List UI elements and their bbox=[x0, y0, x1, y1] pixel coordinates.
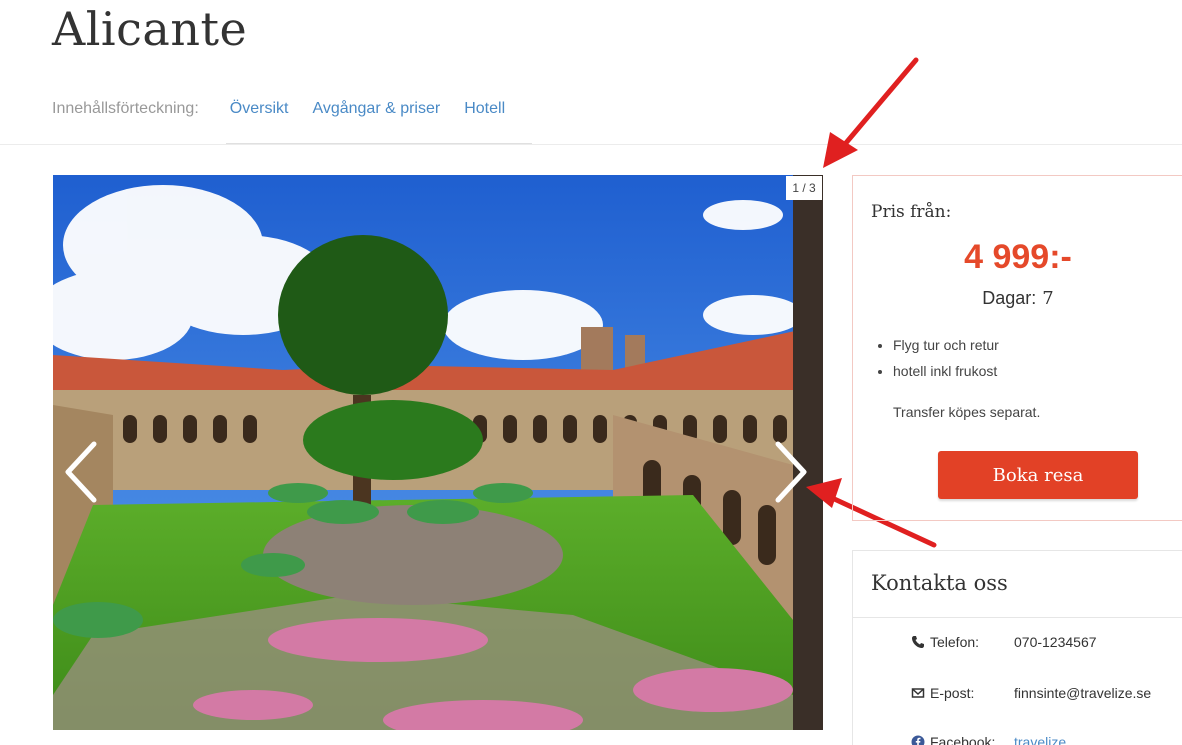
toc-link-hotel[interactable]: Hotell bbox=[464, 100, 505, 118]
days-label: Dagar: bbox=[982, 288, 1037, 308]
contact-title: Kontakta oss bbox=[871, 571, 1008, 595]
transfer-note: Transfer köpes separat. bbox=[893, 404, 1041, 420]
phone-label: Telefon: bbox=[930, 634, 980, 650]
facebook-link[interactable]: travelize bbox=[1014, 734, 1066, 745]
days-info: Dagar: 7 bbox=[853, 288, 1182, 309]
contact-email-row: E-post: finnsinte@travelize.se bbox=[911, 685, 1151, 701]
toc-label: Innehållsförteckning: bbox=[52, 100, 199, 117]
chevron-right-icon bbox=[775, 441, 807, 503]
contact-divider bbox=[853, 617, 1182, 618]
facebook-label: Facebook: bbox=[930, 734, 996, 745]
email-value: finnsinte@travelize.se bbox=[1014, 685, 1152, 701]
contact-facebook-row: Facebook: travelize bbox=[911, 734, 1066, 745]
list-item: Flyg tur och retur bbox=[893, 332, 999, 358]
toc-link-departures-prices[interactable]: Avgångar & priser bbox=[312, 100, 440, 118]
email-label: E-post: bbox=[930, 685, 975, 701]
toc-link-overview[interactable]: Översikt bbox=[230, 100, 289, 118]
book-trip-button[interactable]: Boka resa bbox=[938, 451, 1138, 499]
price-value: 4 999:- bbox=[964, 238, 1072, 276]
header-divider bbox=[0, 144, 1182, 145]
page: Alicante Innehållsförteckning: Översikt … bbox=[0, 0, 1182, 745]
facebook-icon bbox=[911, 735, 925, 745]
gallery-counter: 1 / 3 bbox=[786, 176, 822, 200]
chevron-left-icon bbox=[65, 441, 97, 503]
price-label: Pris från: bbox=[871, 202, 952, 222]
list-item: hotell inkl frukost bbox=[893, 358, 999, 384]
gallery-next-button[interactable] bbox=[770, 440, 810, 504]
envelope-icon bbox=[911, 688, 925, 698]
courtyard-photo bbox=[53, 175, 823, 730]
days-value: 7 bbox=[1042, 288, 1054, 309]
phone-value: 070-1234567 bbox=[1014, 634, 1097, 650]
phone-icon bbox=[912, 636, 924, 648]
gallery-prev-button[interactable] bbox=[62, 440, 102, 504]
price-box: Pris från: 4 999:- Dagar:7 Flyg tur och … bbox=[852, 175, 1182, 521]
features-list: Flyg tur och retur hotell inkl frukost bbox=[871, 332, 999, 384]
contact-phone-row: Telefon: 070-1234567 bbox=[911, 634, 1097, 650]
gallery-image bbox=[53, 175, 823, 730]
contact-box: Kontakta oss Telefon: 070-1234567 E-post… bbox=[852, 550, 1182, 745]
page-title: Alicante bbox=[52, 2, 248, 56]
table-of-contents: Innehållsförteckning: Översikt Avgångar … bbox=[52, 100, 529, 118]
